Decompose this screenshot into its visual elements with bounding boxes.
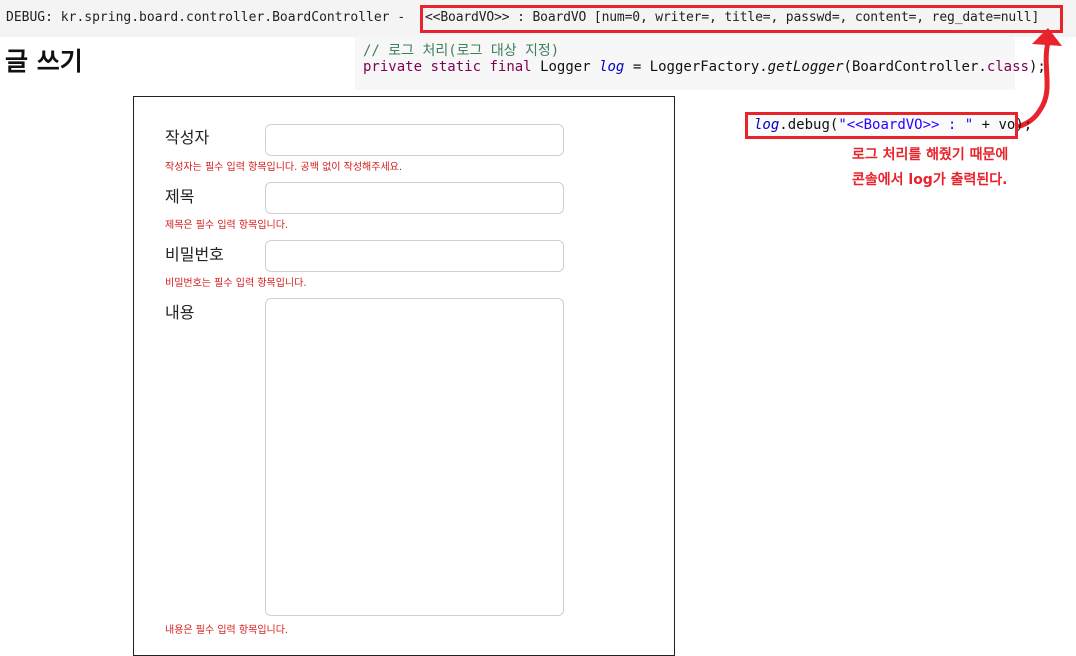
content-error: 내용은 필수 입력 항목입니다. (165, 625, 289, 636)
log-debug-code: log.debug("<<BoardVO>> : " + vo); (754, 117, 1032, 133)
log-rest: + vo); (973, 117, 1033, 133)
code-comment: // 로그 처리(로그 대상 지정) (363, 43, 560, 59)
log-var: log (754, 117, 780, 133)
code-variable: log (599, 59, 625, 75)
title-label: 제목 (165, 187, 195, 206)
code-logger-declaration: private static final Logger log = Logger… (363, 59, 1046, 75)
annotation-note: 로그 처리를 해줬기 때문에 콘솔에서 log가 출력된다. (852, 143, 1042, 193)
code-snippet-panel: // 로그 처리(로그 대상 지정) private static final … (355, 36, 1046, 90)
content-textarea[interactable] (265, 298, 564, 616)
code-keyword-private: private (363, 59, 423, 75)
password-input[interactable] (265, 240, 564, 272)
annotation-line-2: 콘솔에서 log가 출력된다. (852, 172, 1008, 188)
password-label: 비밀번호 (165, 245, 224, 264)
writer-error: 작성자는 필수 입력 항목입니다. 공백 없이 작성해주세요. (165, 162, 403, 173)
code-assign: = LoggerFactory. (632, 59, 768, 75)
password-error: 비밀번호는 필수 입력 항목입니다. (165, 278, 307, 289)
console-highlighted-output: <<BoardVO>> : BoardVO [num=0, writer=, t… (425, 10, 1040, 25)
log-call: .debug( (779, 117, 839, 133)
page-title: 글 쓰기 (5, 47, 83, 76)
log-string: "<<BoardVO>> : " (838, 117, 974, 133)
code-type: Logger (540, 59, 591, 75)
code-method: getLogger (767, 59, 844, 75)
writer-input[interactable] (265, 124, 564, 156)
code-keyword-static: static (430, 59, 482, 75)
title-input[interactable] (265, 182, 564, 214)
console-prefix: DEBUG: kr.spring.board.controller.BoardC… (6, 10, 406, 25)
annotation-line-1: 로그 처리를 해줬기 때문에 (852, 147, 1009, 163)
code-arg-open: (BoardController. (843, 59, 987, 75)
content-label: 내용 (165, 303, 195, 322)
console-debug-line: DEBUG: kr.spring.board.controller.BoardC… (0, 0, 1076, 37)
log-debug-snippet: log.debug("<<BoardVO>> : " + vo); (745, 112, 1032, 139)
title-error: 제목은 필수 입력 항목입니다. (165, 220, 289, 231)
board-write-form: 작성자 작성자는 필수 입력 항목입니다. 공백 없이 작성해주세요. 제목 제… (133, 96, 675, 656)
writer-label: 작성자 (165, 128, 210, 147)
code-keyword-final: final (489, 59, 532, 75)
